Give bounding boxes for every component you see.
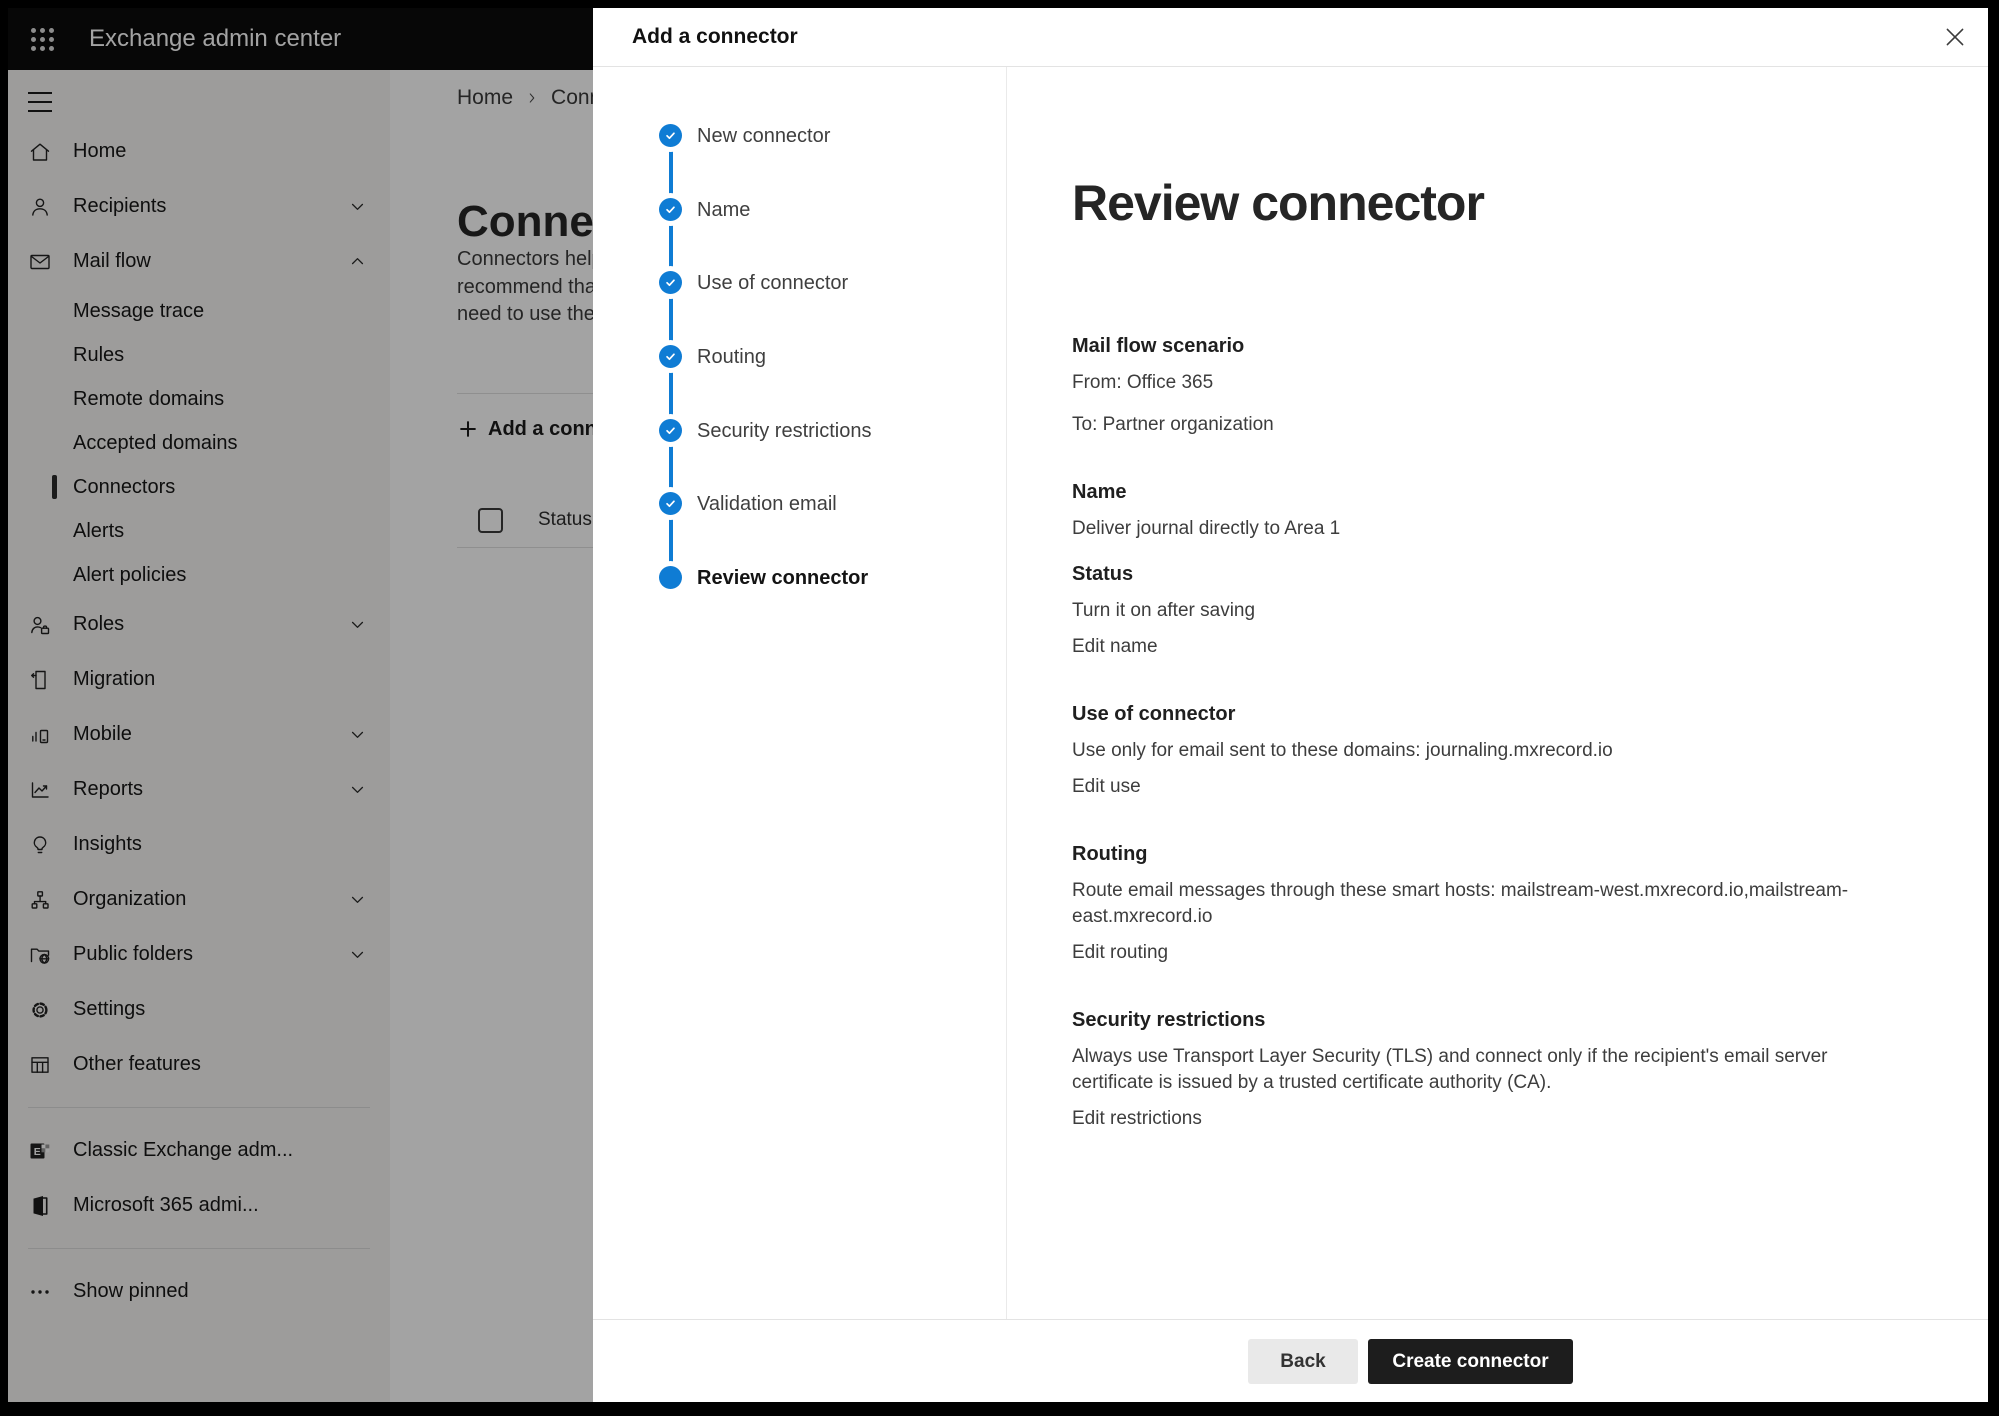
back-button[interactable]: Back [1248,1339,1358,1384]
section-title: Routing [1072,841,1872,867]
review-section-name: Name Deliver journal directly to Area 1 [1072,479,1872,542]
section-text: Route email messages through these smart… [1072,878,1872,930]
edit-restrictions-link[interactable]: Edit restrictions [1072,1106,1202,1132]
review-section-mail-flow-scenario: Mail flow scenario From: Office 365 To: Pa… [1072,333,1872,438]
add-connector-dialog: Add a connector New connectorNameUse of … [593,8,1988,1402]
screenshot-frame: Exchange admin center HomeRecipientsMail… [0,0,1999,1416]
edit-use-link[interactable]: Edit use [1072,774,1141,800]
create-connector-button[interactable]: Create connector [1368,1339,1573,1384]
dialog-body: New connectorNameUse of connectorRouting… [593,67,1988,1320]
dialog-title: Add a connector [632,25,798,49]
wizard-step-name[interactable]: Name [659,198,1006,272]
section-title: Status [1072,561,1872,587]
review-section-security-restrictions: Security restrictions Always use Transpor… [1072,1007,1872,1132]
wizard-step-security-restrictions[interactable]: Security restrictions [659,419,1006,493]
review-content: Review connector Mail flow scenario From:… [1007,67,1988,1320]
review-heading: Review connector [1072,172,1988,234]
step-complete-icon [659,198,682,221]
app-window: Exchange admin center HomeRecipientsMail… [8,8,1988,1402]
close-icon [1942,24,1968,50]
step-complete-icon [659,419,682,442]
review-sections: Mail flow scenario From: Office 365 To: Pa… [1072,333,1988,1132]
close-button[interactable] [1942,24,1968,50]
section-text: Turn it on after saving [1072,598,1872,624]
section-title: Use of connector [1072,701,1872,727]
step-complete-icon [659,124,682,147]
dialog-footer: Back Create connector [593,1319,1988,1402]
section-text: Use only for email sent to these domains… [1072,738,1872,764]
review-section-status: Status Turn it on after saving Edit name [1072,561,1872,660]
step-current-icon [659,566,682,589]
section-title: Name [1072,479,1872,505]
wizard-step-routing[interactable]: Routing [659,345,1006,419]
review-section-routing: Routing Route email messages through thes… [1072,841,1872,966]
step-complete-icon [659,345,682,368]
dialog-header: Add a connector [593,8,1988,67]
step-complete-icon [659,492,682,515]
edit-routing-link[interactable]: Edit routing [1072,940,1168,966]
wizard-step-validation-email[interactable]: Validation email [659,492,1006,566]
wizard-step-new-connector[interactable]: New connector [659,124,1006,198]
wizard-nav: New connectorNameUse of connectorRouting… [593,67,1007,1320]
section-text: Deliver journal directly to Area 1 [1072,516,1872,542]
section-title: Mail flow scenario [1072,333,1872,359]
wizard-steps: New connectorNameUse of connectorRouting… [593,67,1006,640]
step-complete-icon [659,271,682,294]
wizard-step-review-connector[interactable]: Review connector [659,566,1006,640]
section-text: To: Partner organization [1072,412,1872,438]
section-text: Always use Transport Layer Security (TLS… [1072,1044,1872,1096]
section-text: From: Office 365 [1072,370,1872,396]
wizard-step-use-of-connector[interactable]: Use of connector [659,271,1006,345]
review-section-use-of-connector: Use of connector Use only for email sent … [1072,701,1872,800]
edit-name-link[interactable]: Edit name [1072,634,1158,660]
section-title: Security restrictions [1072,1007,1872,1033]
